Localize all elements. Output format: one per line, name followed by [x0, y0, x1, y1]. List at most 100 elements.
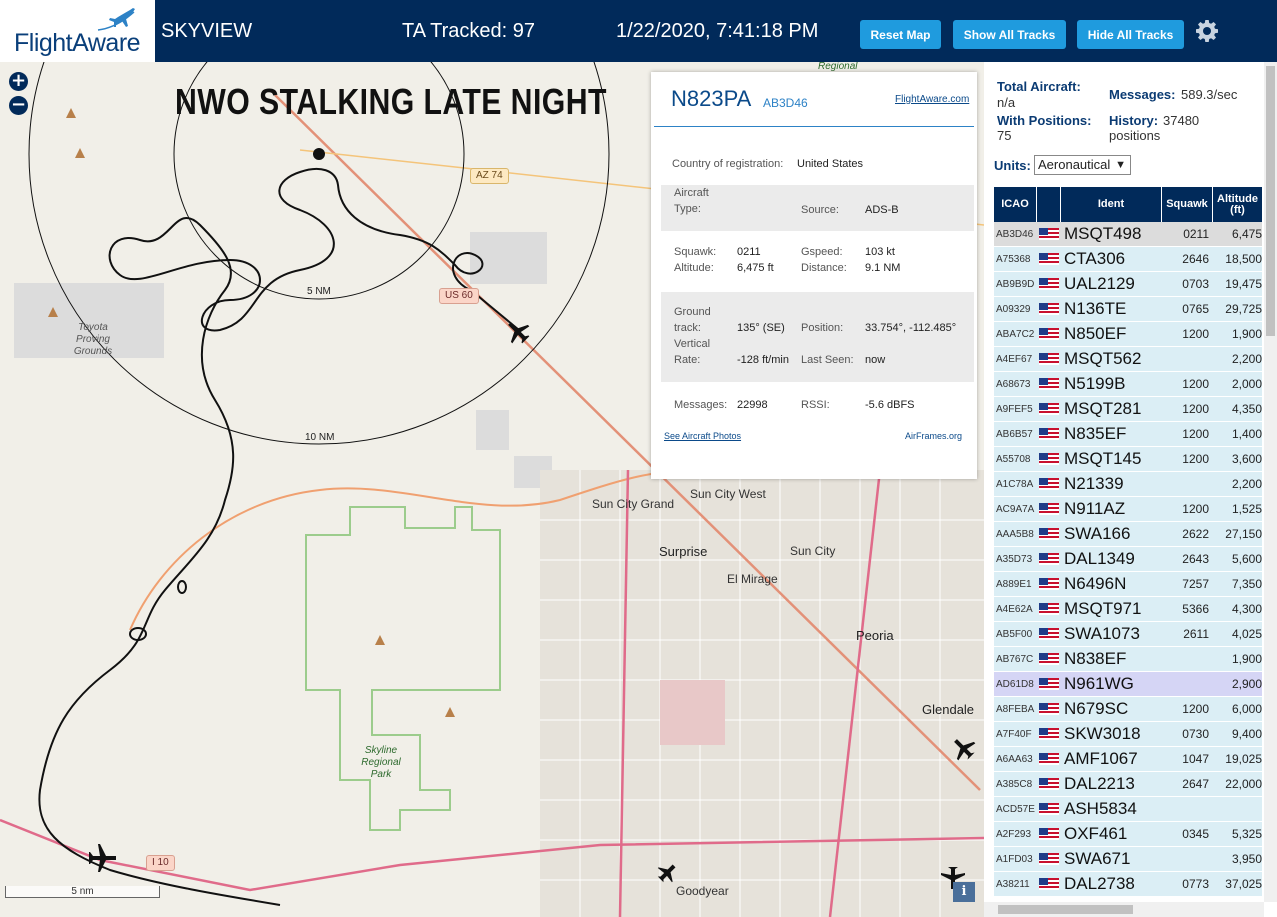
row-altitude: 1,400: [1231, 427, 1262, 441]
row-ident: N679SC: [1064, 699, 1129, 718]
popup-divider: [654, 126, 974, 127]
column-altitude[interactable]: Altitude (ft): [1213, 187, 1262, 222]
reset-map-button[interactable]: Reset Map: [860, 20, 941, 49]
table-row[interactable]: A8FEBA N679SC 1200 6,000: [994, 697, 1262, 722]
table-row[interactable]: A6AA63 AMF1067 1047 19,025: [994, 747, 1262, 772]
airport-area: [660, 680, 725, 745]
row-altitude: 27,150: [1225, 527, 1262, 541]
table-row[interactable]: A4E62A MSQT971 5366 4,300: [994, 597, 1262, 622]
row-flag: [1037, 372, 1061, 396]
sidebar-scroll-thumb[interactable]: [1266, 66, 1275, 336]
airframes-link[interactable]: AirFrames.org: [905, 431, 962, 441]
row-altitude: 4,300: [1231, 602, 1262, 616]
row-altitude: 1,900: [1231, 327, 1262, 341]
table-row[interactable]: AC9A7A N911AZ 1200 1,525: [994, 497, 1262, 522]
table-row[interactable]: ACD57E ASH5834: [994, 797, 1262, 822]
row-altitude: 7,350: [1231, 577, 1262, 591]
row-icao: A38211: [996, 878, 1030, 890]
map-info-button[interactable]: i: [953, 882, 975, 902]
row-ident: DAL1349: [1064, 549, 1135, 568]
row-squawk: 7257: [1182, 577, 1209, 591]
row-squawk: 2646: [1182, 252, 1209, 266]
row-flag: [1037, 572, 1061, 596]
table-row[interactable]: AB9B9D UAL2129 0703 19,475: [994, 272, 1262, 297]
row-flag: [1037, 722, 1061, 746]
column-flag[interactable]: [1037, 187, 1061, 222]
country-label: Country of registration:: [672, 158, 784, 170]
row-flag: [1037, 747, 1061, 771]
us-flag-icon: [1039, 278, 1059, 290]
us-flag-icon: [1039, 328, 1059, 340]
chevron-down-icon: ▼: [1115, 159, 1126, 171]
row-altitude: 19,475: [1225, 277, 1262, 291]
popup-type-row: Aircraft Type: Source: ADS-B: [661, 185, 974, 231]
row-squawk: 1200: [1182, 427, 1209, 441]
messages-rate-value: 589.3/sec: [1181, 87, 1238, 102]
table-row[interactable]: A9FEF5 MSQT281 1200 4,350: [994, 397, 1262, 422]
table-row[interactable]: A75368 CTA306 2646 18,500: [994, 247, 1262, 272]
gear-icon[interactable]: [1195, 19, 1219, 43]
table-row[interactable]: A1FD03 SWA671 3,950: [994, 847, 1262, 872]
aircraft-detail-popup: N823PA AB3D46 FlightAware.com Country of…: [651, 72, 977, 479]
table-row[interactable]: A7F40F SKW3018 0730 9,400: [994, 722, 1262, 747]
column-icao[interactable]: ICAO: [994, 187, 1037, 222]
table-row[interactable]: ABA7C2 N850EF 1200 1,900: [994, 322, 1262, 347]
row-ident: SWA166: [1064, 524, 1131, 543]
row-flag: [1037, 472, 1061, 496]
units-select[interactable]: Aeronautical ▼: [1034, 155, 1131, 175]
table-row[interactable]: AAA5B8 SWA166 2622 27,150: [994, 522, 1262, 547]
vertical-rate-label: Vertical Rate:: [674, 338, 711, 366]
table-row[interactable]: A55708 MSQT145 1200 3,600: [994, 447, 1262, 472]
area-skyline-regional-park: Skyline Regional Park: [361, 745, 401, 780]
sidebar-hscroll-thumb[interactable]: [998, 905, 1133, 914]
row-icao: A55708: [996, 453, 1031, 465]
us-flag-icon: [1039, 678, 1059, 690]
row-flag: [1037, 622, 1061, 646]
table-row[interactable]: A889E1 N6496N 7257 7,350: [994, 572, 1262, 597]
table-row[interactable]: AB767C N838EF 1,900: [994, 647, 1262, 672]
table-row[interactable]: AB5F00 SWA1073 2611 4,025: [994, 622, 1262, 647]
peak-markers: [48, 108, 455, 717]
row-icao: A1C78A: [996, 478, 1034, 490]
table-row[interactable]: A385C8 DAL2213 2647 22,000: [994, 772, 1262, 797]
top-bar: FlightAware SKYVIEW TA Tracked: 97 1/22/…: [0, 0, 1277, 62]
map-overlay-title: NWO STALKING LATE NIGHT: [175, 81, 607, 122]
row-ident: N6496N: [1064, 574, 1127, 593]
column-ident[interactable]: Ident: [1061, 187, 1162, 222]
area-toyota-proving-grounds: Toyota Proving Grounds: [73, 322, 113, 357]
table-row[interactable]: AB3D46 MSQT498 0211 6,475: [994, 222, 1262, 247]
table-row[interactable]: A1C78A N21339 2,200: [994, 472, 1262, 497]
aircraft-photos-link[interactable]: See Aircraft Photos: [664, 431, 741, 441]
table-row[interactable]: A35D73 DAL1349 2643 5,600: [994, 547, 1262, 572]
flightaware-link[interactable]: FlightAware.com: [895, 94, 969, 105]
show-all-tracks-button[interactable]: Show All Tracks: [953, 20, 1066, 49]
table-row[interactable]: A2F293 OXF461 0345 5,325: [994, 822, 1262, 847]
zoom-out-button[interactable]: −: [9, 96, 28, 115]
row-flag: [1037, 672, 1061, 696]
us-flag-icon: [1039, 303, 1059, 315]
table-row[interactable]: AD61D8 N961WG 2,900: [994, 672, 1262, 697]
column-squawk[interactable]: Squawk: [1162, 187, 1213, 222]
table-row[interactable]: A68673 N5199B 1200 2,000: [994, 372, 1262, 397]
row-icao: A35D73: [996, 553, 1033, 565]
popup-ident: N823PA: [671, 86, 752, 111]
table-row[interactable]: AB6B57 N835EF 1200 1,400: [994, 422, 1262, 447]
row-ident: N961WG: [1064, 674, 1134, 693]
flightaware-logo[interactable]: FlightAware: [0, 0, 155, 62]
row-squawk: 2622: [1182, 527, 1209, 541]
row-icao: AB9B9D: [996, 278, 1035, 290]
us-flag-icon: [1039, 728, 1059, 740]
us-flag-icon: [1039, 753, 1059, 765]
row-squawk: 1200: [1182, 702, 1209, 716]
zoom-in-button[interactable]: +: [9, 72, 28, 91]
table-row[interactable]: A4EF67 MSQT562 2,200: [994, 347, 1262, 372]
row-icao: A6AA63: [996, 753, 1033, 765]
table-row[interactable]: A38211 DAL2738 0773 37,025: [994, 872, 1262, 897]
table-row[interactable]: A09329 N136TE 0765 29,725: [994, 297, 1262, 322]
hide-all-tracks-button[interactable]: Hide All Tracks: [1077, 20, 1184, 49]
row-squawk: 0211: [1183, 227, 1209, 241]
aircraft-table-body: AB3D46 MSQT498 0211 6,475 A75368 CTA306 2646 18…: [994, 222, 1262, 897]
row-squawk: [1162, 472, 1213, 496]
row-icao: A7F40F: [996, 728, 1032, 740]
scale-label: 5 nm: [5, 886, 160, 898]
